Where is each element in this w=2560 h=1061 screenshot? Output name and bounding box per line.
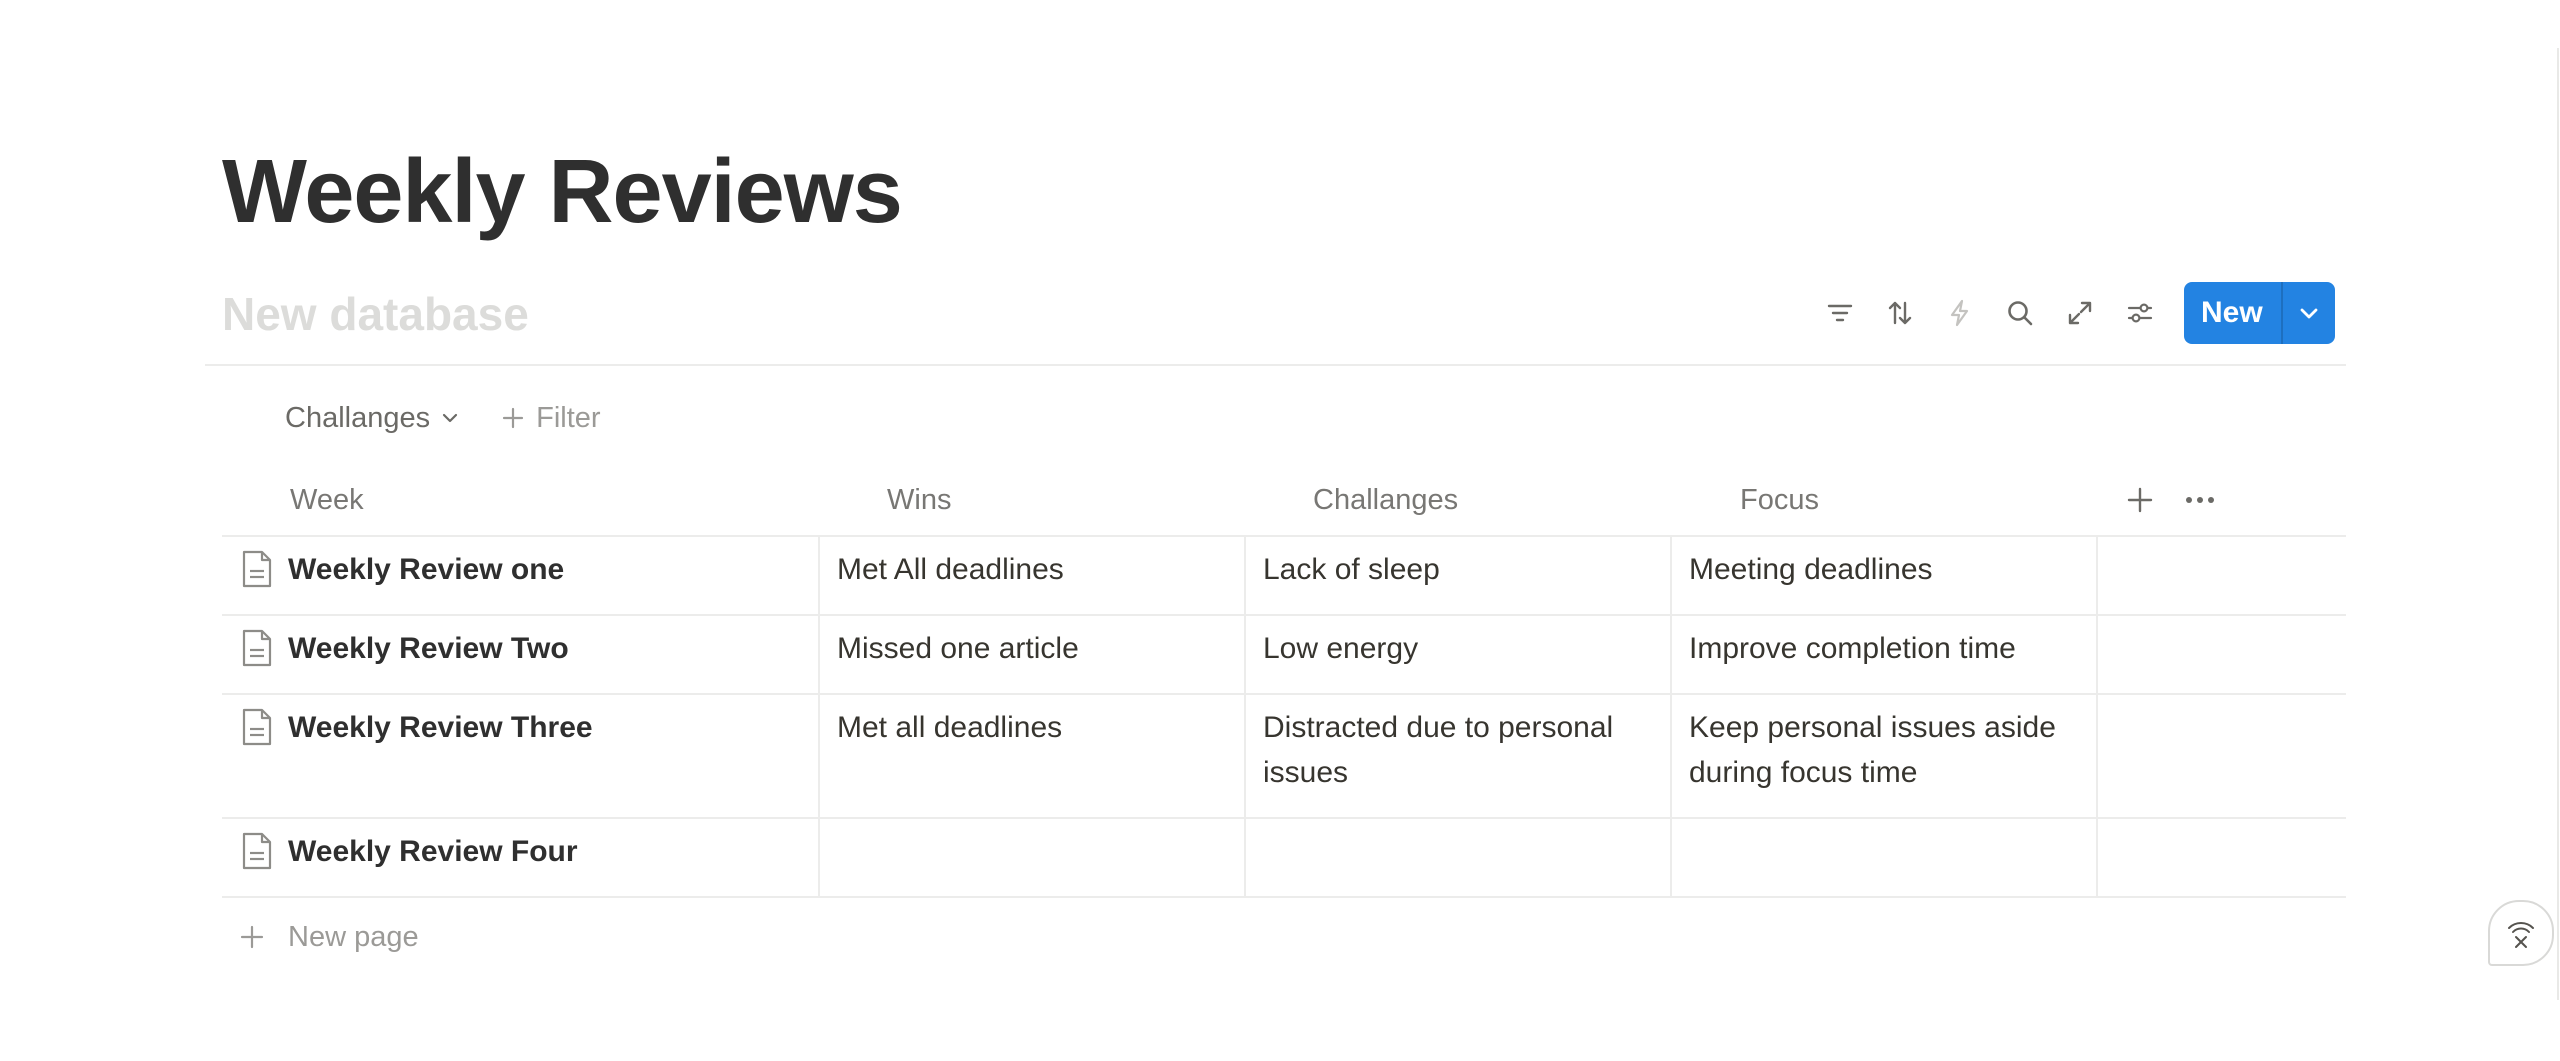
database-toolbar: New <box>1810 282 2335 344</box>
page-icon <box>242 550 272 588</box>
chevron-down-icon <box>2300 308 2318 319</box>
view-settings-button[interactable] <box>2110 283 2170 343</box>
focus-cell[interactable]: Meeting deadlines <box>1670 537 2096 614</box>
row-title[interactable]: Weekly Review Two <box>288 626 569 671</box>
settings-icon <box>2127 303 2153 323</box>
table-row[interactable]: Weekly Review Two Missed one article Low… <box>222 616 2346 695</box>
focus-cell[interactable]: Keep personal issues aside during focus … <box>1670 695 2096 817</box>
column-header-wins[interactable]: Wins <box>887 465 951 535</box>
focus-cell[interactable] <box>1670 819 2096 896</box>
filter-chip-label: Challanges <box>285 401 431 434</box>
new-button[interactable]: New <box>2184 282 2281 344</box>
add-filter-label: Filter <box>536 401 601 434</box>
plus-icon <box>240 925 264 949</box>
column-header-challanges[interactable]: Challanges <box>1313 465 1458 535</box>
row-title[interactable]: Weekly Review one <box>288 547 564 592</box>
challanges-cell[interactable]: Lack of sleep <box>1244 537 1670 614</box>
more-horizontal-icon <box>2186 497 2214 503</box>
expand-icon <box>2068 301 2092 325</box>
expand-button[interactable] <box>2050 283 2110 343</box>
week-cell[interactable]: Weekly Review Three <box>222 695 818 817</box>
week-cell[interactable]: Weekly Review one <box>222 537 818 614</box>
empty-cell[interactable] <box>2096 616 2346 693</box>
sort-icon <box>1888 301 1912 325</box>
challanges-cell[interactable]: Low energy <box>1244 616 1670 693</box>
divider <box>205 364 2346 366</box>
header-actions <box>2110 465 2230 535</box>
more-options-button[interactable] <box>2170 470 2230 530</box>
automation-button[interactable] <box>1930 283 1990 343</box>
challanges-cell[interactable]: Distracted due to personal issues <box>1244 695 1670 817</box>
page-icon <box>242 629 272 667</box>
week-cell[interactable]: Weekly Review Four <box>222 819 818 896</box>
sort-button[interactable] <box>1870 283 1930 343</box>
table-row[interactable]: Weekly Review one Met All deadlines Lack… <box>222 537 2346 616</box>
scrollbar-track[interactable] <box>2557 48 2559 1000</box>
focus-cell[interactable]: Improve completion time <box>1670 616 2096 693</box>
table-header: Week Wins Challanges Focus <box>222 465 2346 537</box>
new-dropdown-button[interactable] <box>2280 282 2335 344</box>
filter-button[interactable] <box>1810 283 1870 343</box>
filter-icon <box>1827 304 1853 322</box>
row-title[interactable]: Weekly Review Four <box>288 829 578 874</box>
row-title[interactable]: Weekly Review Three <box>288 705 593 750</box>
challanges-cell[interactable] <box>1244 819 1670 896</box>
wins-cell[interactable] <box>818 819 1244 896</box>
table-row[interactable]: Weekly Review Four <box>222 819 2346 898</box>
column-header-focus[interactable]: Focus <box>1740 465 1819 535</box>
week-cell[interactable]: Weekly Review Two <box>222 616 818 693</box>
plus-icon <box>2127 487 2153 513</box>
wins-cell[interactable]: Met All deadlines <box>818 537 1244 614</box>
add-filter-button[interactable]: Filter <box>502 401 601 435</box>
help-button[interactable] <box>2488 900 2554 966</box>
plus-icon <box>503 407 524 429</box>
add-property-button[interactable] <box>2110 470 2170 530</box>
column-header-week[interactable]: Week <box>290 465 364 535</box>
new-page-button[interactable]: New page <box>240 914 419 960</box>
empty-cell[interactable] <box>2096 537 2346 614</box>
offline-icon <box>2508 922 2534 948</box>
search-button[interactable] <box>1990 283 2050 343</box>
database-table: Week Wins Challanges Focus Weekly Review… <box>222 465 2346 898</box>
page-title[interactable]: Weekly Reviews <box>222 138 903 246</box>
new-button-group: New <box>2184 282 2335 344</box>
database-title-placeholder[interactable]: New database <box>222 286 529 342</box>
new-page-label: New page <box>288 920 419 953</box>
filter-bar: Challanges Filter <box>285 395 601 441</box>
wins-cell[interactable]: Missed one article <box>818 616 1244 693</box>
table-row[interactable]: Weekly Review Three Met all deadlines Di… <box>222 695 2346 819</box>
page-icon <box>242 708 272 746</box>
search-icon <box>2008 301 2033 326</box>
empty-cell[interactable] <box>2096 819 2346 896</box>
empty-cell[interactable] <box>2096 695 2346 817</box>
chevron-down-icon <box>443 413 458 423</box>
page-icon <box>242 832 272 870</box>
wins-cell[interactable]: Met all deadlines <box>818 695 1244 817</box>
filter-chip-challanges[interactable]: Challanges <box>285 402 460 435</box>
automation-icon <box>1950 299 1969 327</box>
